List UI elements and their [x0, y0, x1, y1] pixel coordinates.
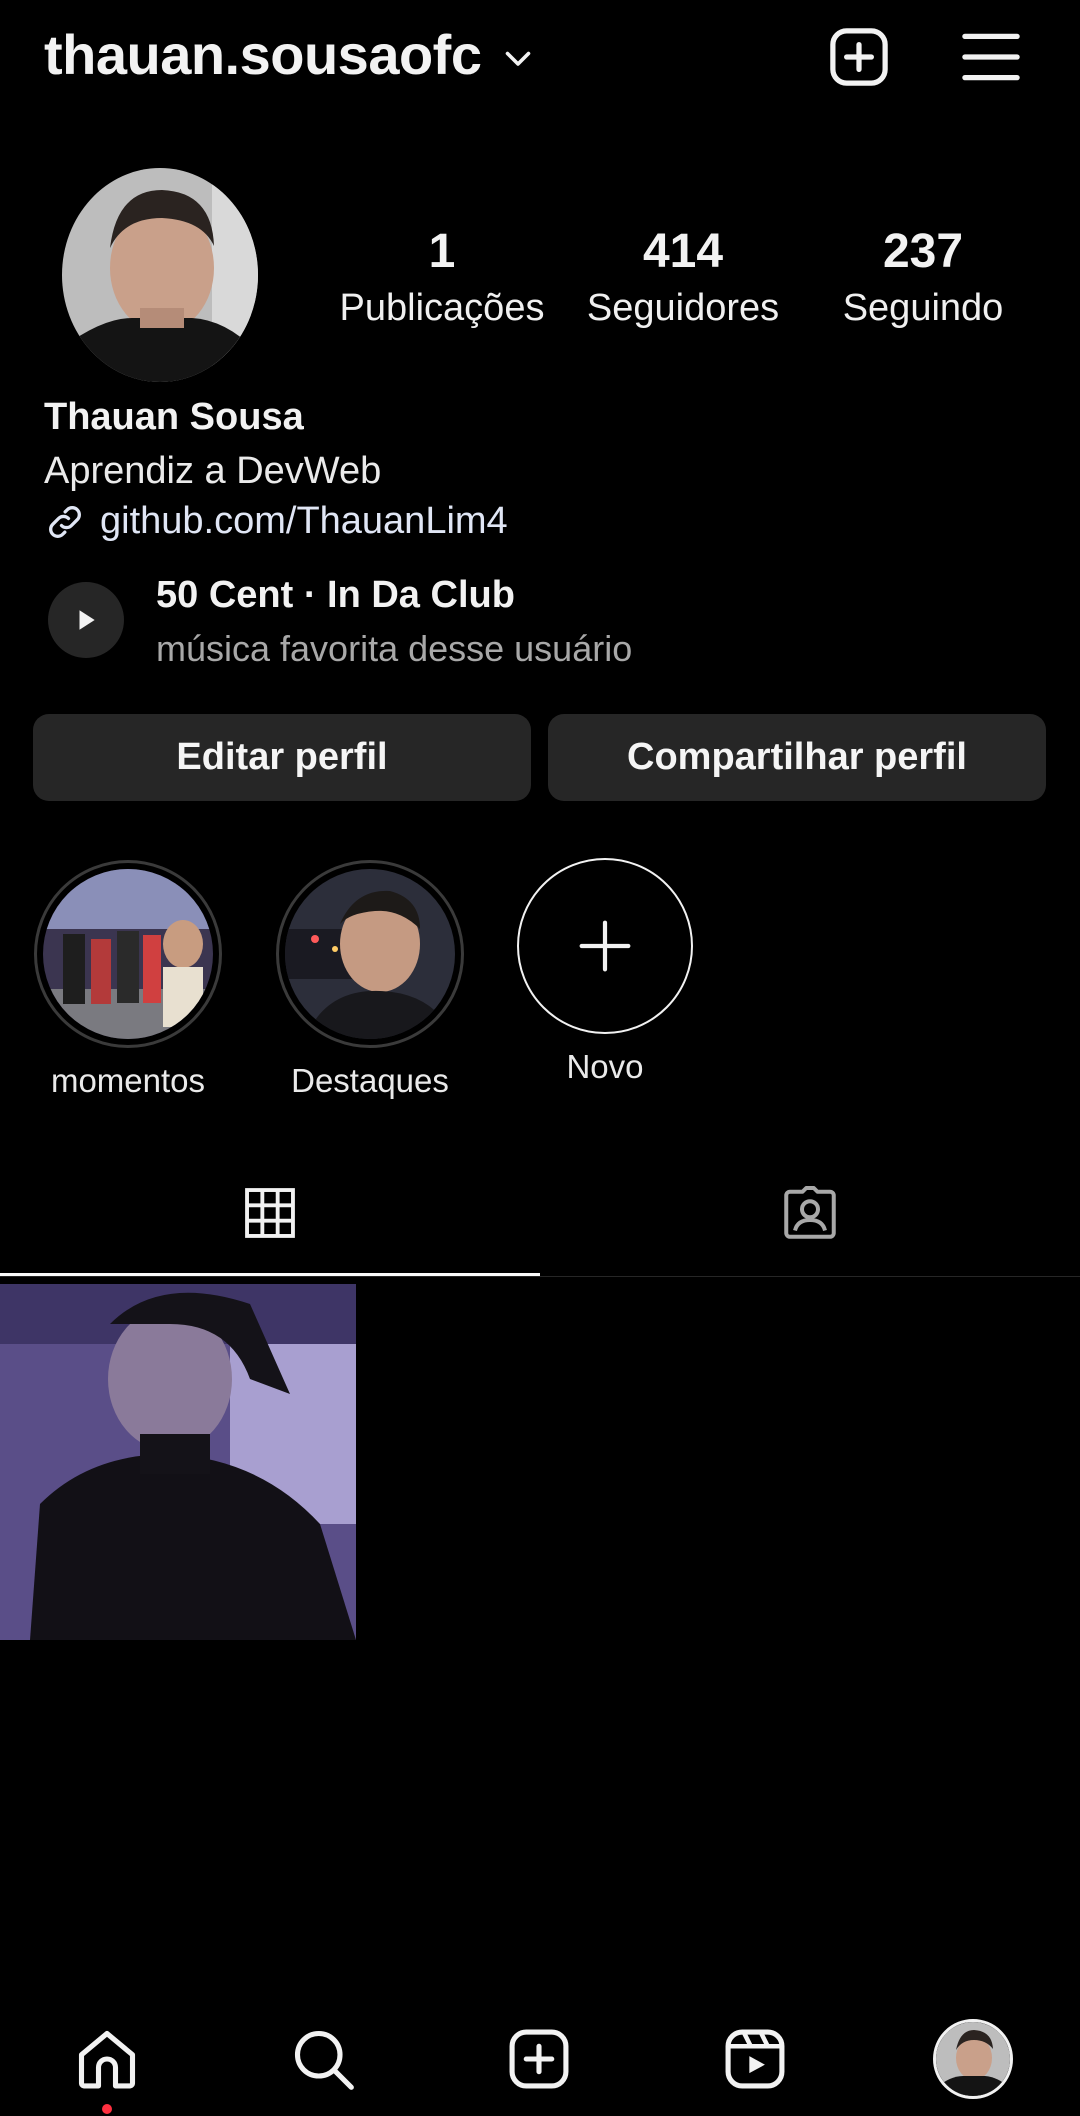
stat-following-label: Seguindo — [842, 287, 1004, 329]
nav-search[interactable] — [278, 2014, 368, 2104]
bottom-navigation — [0, 2000, 1080, 2116]
grid-icon — [245, 1188, 295, 1238]
highlight-ring — [34, 860, 222, 1048]
profile-username[interactable]: thauan.sousaofc — [44, 22, 482, 87]
menu-icon[interactable] — [958, 24, 1024, 90]
profile-tabs — [0, 1160, 1080, 1277]
new-highlight-ring — [517, 858, 693, 1034]
profile-link[interactable]: github.com/ThauanLim4 — [44, 500, 508, 543]
plus-icon — [579, 920, 631, 972]
search-icon — [294, 2030, 354, 2090]
profile-bio: Aprendiz a DevWeb — [44, 450, 382, 492]
post-thumbnail[interactable] — [0, 1284, 356, 1640]
profile-display-name: Thauan Sousa — [44, 396, 304, 438]
music-subtitle: música favorita desse usuário — [156, 628, 633, 669]
post-photo — [0, 1284, 356, 1640]
nav-profile[interactable] — [928, 2014, 1018, 2104]
tab-posts-grid[interactable] — [220, 1180, 320, 1246]
highlight-destaques[interactable]: Destaques — [276, 860, 464, 1100]
link-icon — [49, 505, 81, 538]
stat-posts[interactable]: 1 Publicações — [322, 224, 562, 336]
highlight-label: Destaques — [291, 1062, 449, 1099]
highlight-image — [43, 869, 213, 1039]
avatar-photo — [62, 168, 258, 382]
create-icon — [509, 2029, 569, 2089]
stat-followers[interactable]: 414 Seguidores — [563, 224, 803, 336]
tagged-user-icon — [784, 1186, 836, 1239]
highlight-label: momentos — [50, 1062, 206, 1099]
highlight-ring — [276, 860, 464, 1048]
notification-dot — [102, 2104, 112, 2114]
highlight-momentos[interactable]: momentos — [34, 860, 222, 1100]
stat-posts-count: 1 — [428, 225, 456, 278]
tab-tagged[interactable] — [760, 1180, 860, 1246]
nav-reels[interactable] — [710, 2014, 800, 2104]
play-icon — [79, 610, 95, 630]
share-profile-button[interactable]: Compartilhar perfil — [548, 714, 1046, 801]
highlight-label: Novo — [566, 1048, 644, 1085]
music-play-button[interactable] — [48, 582, 124, 658]
highlight-new[interactable]: Novo — [517, 858, 693, 1086]
stat-posts-label: Publicações — [339, 287, 545, 329]
profile-link-text[interactable]: github.com/ThauanLim4 — [100, 500, 508, 543]
profile-icon — [933, 2019, 1013, 2099]
active-tab-indicator — [0, 1273, 540, 1276]
nav-home[interactable] — [62, 2014, 152, 2114]
chevron-down-icon[interactable] — [500, 40, 536, 76]
edit-profile-button[interactable]: Editar perfil — [33, 714, 531, 801]
stat-following-count: 237 — [882, 225, 964, 278]
profile-avatar[interactable] — [62, 168, 258, 382]
reels-icon — [725, 2029, 785, 2089]
nav-create[interactable] — [494, 2014, 584, 2104]
music-title[interactable]: 50 Cent · In Da Club — [156, 574, 515, 617]
create-post-icon[interactable] — [826, 24, 892, 90]
highlight-image — [285, 869, 455, 1039]
home-icon — [78, 2030, 136, 2089]
stat-followers-label: Seguidores — [586, 287, 780, 329]
stat-followers-count: 414 — [642, 225, 724, 278]
stat-following[interactable]: 237 Seguindo — [803, 224, 1043, 336]
